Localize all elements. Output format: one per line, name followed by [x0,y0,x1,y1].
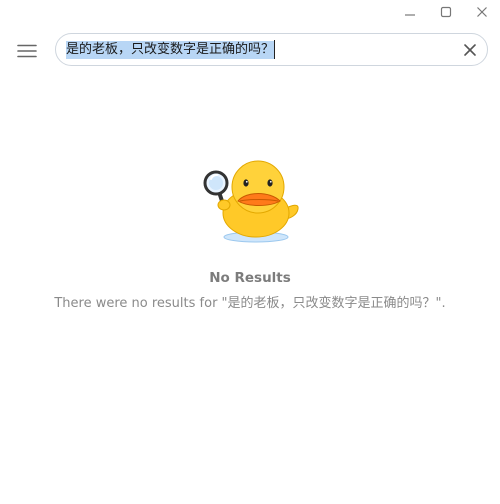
no-results-message: There were no results for "是的老板，只改变数字是正确… [54,296,446,311]
maximize-button[interactable] [428,0,464,24]
clear-x-icon [464,44,476,56]
clear-search-button[interactable] [461,41,479,59]
app-window: 是的老板，只改变数字是正确的吗？ No Results There were n… [0,0,500,504]
search-input[interactable]: 是的老板，只改变数字是正确的吗？ [55,33,488,66]
search-input-value: 是的老板，只改变数字是正确的吗？ [66,41,276,59]
close-button[interactable] [464,0,500,24]
duck-magnifier-icon [203,160,299,243]
menu-button[interactable] [13,37,41,65]
text-caret [274,40,275,59]
minimize-button[interactable] [392,0,428,24]
close-icon [477,7,487,17]
hamburger-menu-icon [17,44,37,58]
minimize-icon [405,14,415,16]
no-results-title: No Results [209,270,291,286]
title-bar [0,0,500,24]
maximize-icon [440,6,452,18]
